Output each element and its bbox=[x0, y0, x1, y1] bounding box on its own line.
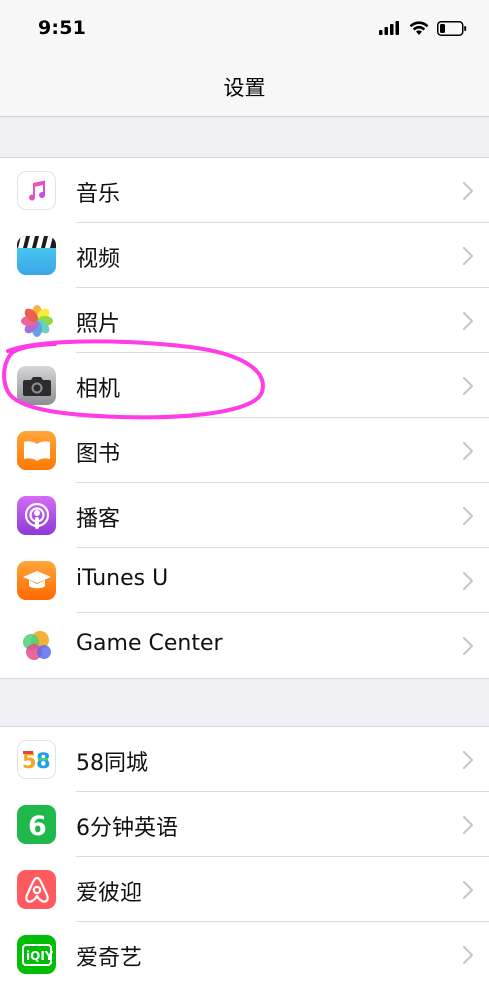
chevron-right-icon bbox=[462, 181, 474, 201]
settings-group-third-party-apps: 5 8 58同城 6 6分钟英语 爱彼迎 bbox=[0, 726, 489, 987]
chevron-right-icon bbox=[462, 880, 474, 900]
settings-row-videos[interactable]: 视频 bbox=[0, 223, 489, 288]
photos-icon bbox=[17, 301, 56, 340]
settings-row-music[interactable]: 音乐 bbox=[0, 158, 489, 223]
chevron-right-icon bbox=[462, 636, 474, 656]
svg-text:iQIY: iQIY bbox=[26, 949, 53, 963]
status-icons bbox=[379, 19, 467, 37]
navigation-bar: 设置 bbox=[0, 56, 489, 117]
wifi-icon bbox=[409, 20, 429, 35]
row-label: 图书 bbox=[76, 442, 121, 467]
cellular-signal-icon bbox=[379, 21, 399, 35]
chevron-right-icon bbox=[462, 441, 474, 461]
iqiyi-icon: iQIY bbox=[17, 935, 56, 974]
chevron-right-icon bbox=[462, 750, 474, 770]
row-label: Game Center bbox=[76, 631, 223, 656]
settings-row-airbnb[interactable]: 爱彼迎 bbox=[0, 857, 489, 922]
settings-row-6-minute-english[interactable]: 6 6分钟英语 bbox=[0, 792, 489, 857]
chevron-right-icon bbox=[462, 311, 474, 331]
chevron-right-icon bbox=[462, 945, 474, 965]
chevron-right-icon bbox=[462, 376, 474, 396]
row-label: 播客 bbox=[76, 507, 121, 532]
58-icon: 5 8 bbox=[17, 740, 56, 779]
chevron-right-icon bbox=[462, 246, 474, 266]
podcasts-icon bbox=[17, 496, 56, 535]
page-title: 设置 bbox=[223, 76, 266, 100]
game-center-icon bbox=[17, 626, 56, 665]
row-label: iTunes U bbox=[76, 566, 169, 591]
camera-icon bbox=[17, 366, 56, 405]
videos-icon bbox=[17, 236, 56, 275]
row-label: 视频 bbox=[76, 247, 121, 272]
battery-icon bbox=[437, 20, 467, 36]
row-label: 爱奇艺 bbox=[76, 946, 143, 971]
row-label: 相机 bbox=[76, 377, 121, 402]
chevron-right-icon bbox=[462, 506, 474, 526]
settings-group-media: 音乐 视频 照片 相机 图书 播客 iTunes U Game Center bbox=[0, 157, 489, 679]
row-label: 照片 bbox=[76, 312, 121, 337]
svg-text:6: 6 bbox=[28, 811, 47, 839]
settings-row-iqiyi[interactable]: iQIY 爱奇艺 bbox=[0, 922, 489, 987]
itunes-u-icon bbox=[17, 561, 56, 600]
row-label: 6分钟英语 bbox=[76, 816, 178, 841]
chevron-right-icon bbox=[462, 815, 474, 835]
settings-row-books[interactable]: 图书 bbox=[0, 418, 489, 483]
settings-row-photos[interactable]: 照片 bbox=[0, 288, 489, 353]
status-bar: 9:51 bbox=[0, 0, 489, 56]
settings-row-game-center[interactable]: Game Center bbox=[0, 613, 489, 678]
row-label: 爱彼迎 bbox=[76, 881, 143, 906]
status-time: 9:51 bbox=[38, 17, 87, 39]
music-icon bbox=[17, 171, 56, 210]
6-minute-english-icon: 6 bbox=[17, 805, 56, 844]
books-icon bbox=[17, 431, 56, 470]
row-label: 58同城 bbox=[76, 751, 148, 776]
airbnb-icon bbox=[17, 870, 56, 909]
settings-row-58[interactable]: 5 8 58同城 bbox=[0, 727, 489, 792]
settings-row-podcasts[interactable]: 播客 bbox=[0, 483, 489, 548]
settings-row-itunes-u[interactable]: iTunes U bbox=[0, 548, 489, 613]
row-label: 音乐 bbox=[76, 182, 121, 207]
chevron-right-icon bbox=[462, 571, 474, 591]
settings-row-camera[interactable]: 相机 bbox=[0, 353, 489, 418]
